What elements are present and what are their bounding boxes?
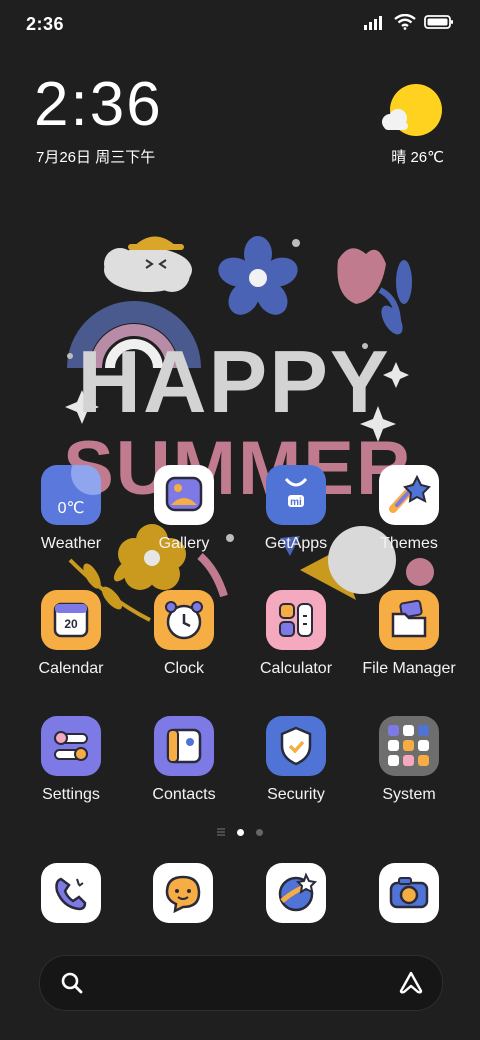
dock-messages[interactable] [153, 863, 213, 923]
dock-camera[interactable] [379, 863, 439, 923]
page-dot [256, 828, 263, 836]
search-bar[interactable] [39, 955, 443, 1011]
status-icons [364, 14, 454, 30]
phone-icon [55, 877, 87, 911]
app-label: Themes [380, 535, 438, 552]
app-calculator[interactable]: Calculator [236, 590, 356, 678]
app-contacts[interactable]: Contacts [124, 716, 244, 804]
signal-icon [364, 16, 382, 30]
svg-text:mi: mi [290, 497, 302, 508]
settings-icon [41, 716, 101, 776]
assistant-icon[interactable] [398, 970, 424, 996]
app-file-manager[interactable]: File Manager [349, 590, 469, 678]
weather-app-icon: 0℃ [41, 465, 101, 525]
app-label: Gallery [158, 535, 210, 552]
page-indicator[interactable] [0, 828, 480, 836]
themes-icon [379, 465, 439, 525]
app-label: Calculator [259, 660, 333, 677]
calculator-icon [266, 590, 326, 650]
file-manager-icon [379, 590, 439, 650]
app-label: Settings [42, 786, 100, 803]
app-label: Clock [163, 660, 204, 677]
calendar-day: 20 [64, 617, 78, 631]
weather-widget[interactable]: 晴 26℃ [372, 84, 444, 166]
app-clock[interactable]: Clock [124, 590, 244, 678]
app-weather[interactable]: 0℃ Weather [11, 465, 131, 553]
browser-icon [278, 872, 318, 912]
calendar-icon: 20 [41, 590, 101, 650]
weather-app-badge: 0℃ [57, 500, 85, 517]
messages-icon [165, 875, 201, 914]
app-gallery[interactable]: Gallery [124, 465, 244, 553]
clock-icon [154, 590, 214, 650]
system-folder-icon [379, 716, 439, 776]
search-icon[interactable] [60, 971, 84, 995]
page-dot-active [237, 828, 244, 836]
app-themes[interactable]: Themes [349, 465, 469, 553]
app-label: Calendar [38, 660, 104, 677]
battery-icon [424, 15, 453, 29]
app-folder-system[interactable]: System [349, 716, 469, 804]
dock-browser[interactable] [266, 863, 326, 923]
summer-wallpaper: HAPPY SUMMER [63, 236, 434, 622]
wifi-icon [394, 14, 416, 30]
app-getapps[interactable]: mi GetApps [236, 465, 356, 553]
contacts-icon [154, 716, 214, 776]
dock-phone[interactable] [41, 863, 101, 923]
menu-lines-icon [217, 828, 225, 836]
getapps-icon: mi [266, 465, 326, 525]
app-label: System [382, 786, 436, 803]
security-icon [266, 716, 326, 776]
gallery-icon [154, 465, 214, 525]
app-label: Security [267, 786, 325, 803]
status-time: 2:36 [26, 14, 65, 34]
app-label: File Manager [362, 660, 456, 677]
sun-cloud-icon [382, 84, 442, 136]
camera-icon [389, 877, 429, 909]
app-calendar[interactable]: 20 Calendar [11, 590, 131, 678]
weather-widget-summary: 晴 26℃ [391, 149, 444, 166]
app-label: Weather [40, 535, 102, 552]
clock-widget-date: 7月26日 周三下午 [36, 149, 156, 166]
app-security[interactable]: Security [236, 716, 356, 804]
app-label: GetApps [264, 535, 328, 552]
wallpaper-text-happy: HAPPY [77, 332, 390, 431]
app-label: Contacts [152, 786, 216, 803]
status-bar: 2:36 [0, 0, 480, 50]
app-settings[interactable]: Settings [11, 716, 131, 804]
clock-widget-time[interactable]: 2:36 [34, 74, 163, 136]
